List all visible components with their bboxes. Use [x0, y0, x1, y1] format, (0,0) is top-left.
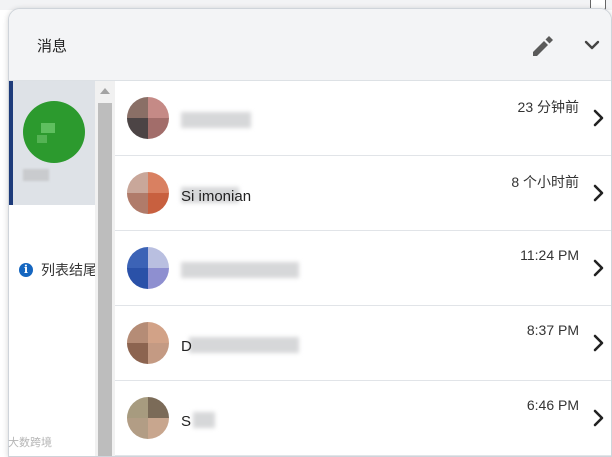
conversation-rail: i 列表结尾 [9, 81, 96, 456]
compose-button[interactable] [527, 31, 557, 61]
conversation-row[interactable]: D 8:37 PM [115, 306, 611, 381]
pencil-icon [533, 36, 553, 56]
scrollbar-thumb[interactable] [98, 103, 112, 456]
contact-name: Si imonian [181, 188, 252, 205]
conversation-row[interactable]: 23 分钟前 [115, 81, 611, 156]
message-time: 8 个小时前 [511, 174, 579, 190]
contact-name-redacted [181, 262, 299, 278]
contact-name-redacted [181, 112, 251, 128]
avatar [127, 97, 169, 139]
rail-item-label [23, 169, 49, 181]
chevron-right-icon [593, 259, 604, 277]
rail-item-active[interactable] [9, 81, 95, 205]
contact-name-redacted [189, 337, 299, 353]
active-indicator [9, 81, 13, 205]
conversation-row[interactable]: Si imonian 8 个小时前 [115, 156, 611, 231]
collapse-button[interactable] [577, 31, 607, 61]
contact-name: D [181, 338, 192, 355]
chevron-right-icon [593, 334, 604, 352]
avatar [23, 101, 85, 163]
chevron-down-icon [584, 40, 600, 50]
message-time: 11:24 PM [520, 247, 579, 263]
watermark: 大数跨境 [8, 437, 52, 449]
message-time: 6:46 PM [526, 397, 579, 413]
info-icon: i [19, 263, 33, 277]
chevron-right-icon [593, 409, 604, 427]
message-time: 8:37 PM [526, 322, 579, 338]
message-time: 23 分钟前 [517, 99, 579, 115]
avatar [127, 172, 169, 214]
avatar [127, 397, 169, 439]
end-of-list-notice: i 列表结尾 [19, 261, 95, 279]
conversation-row[interactable]: S 6:46 PM [115, 381, 611, 456]
chevron-right-icon [593, 184, 604, 202]
contact-name-redacted [193, 412, 215, 428]
scrollbar[interactable] [95, 81, 115, 456]
conversation-list: 23 分钟前 Si imonian 8 个小时前 11:24 PM D 8:37… [115, 81, 611, 456]
scroll-up-arrow-icon[interactable] [100, 88, 110, 94]
end-of-list-text: 列表结尾 [41, 262, 95, 278]
panel-title: 消息 [37, 38, 68, 55]
chevron-right-icon [593, 109, 604, 127]
conversation-row[interactable]: 11:24 PM [115, 231, 611, 306]
contact-name: S [181, 413, 192, 430]
messaging-header[interactable]: 消息 [9, 9, 611, 81]
avatar [127, 322, 169, 364]
messaging-panel: 消息 i 列表结尾 23 分钟前 Si imonian 8 个小时前 11:24… [8, 8, 612, 457]
avatar [127, 247, 169, 289]
